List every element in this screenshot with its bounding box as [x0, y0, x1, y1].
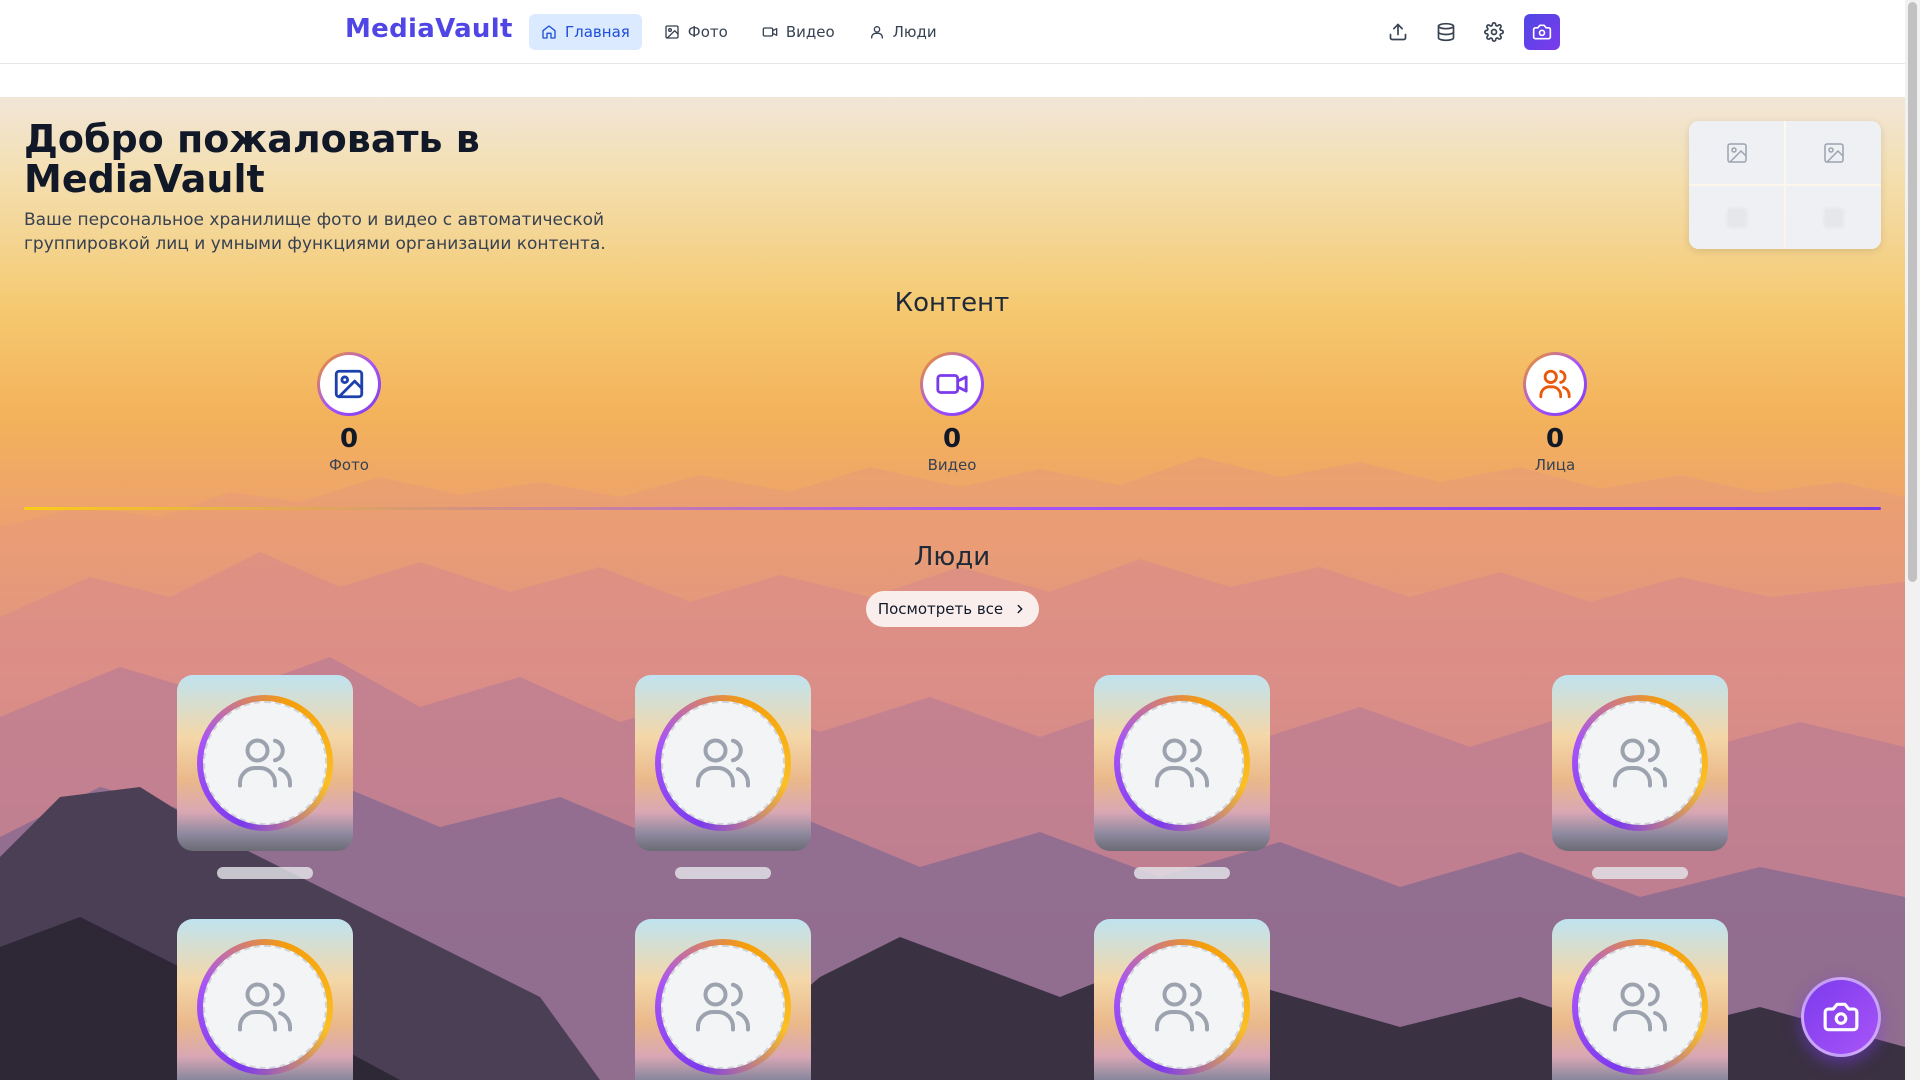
person-name-placeholder	[217, 867, 313, 879]
person-card[interactable]	[177, 675, 353, 851]
person-card[interactable]	[177, 919, 353, 1080]
camera-button[interactable]	[1524, 14, 1560, 50]
person-name-placeholder	[1592, 867, 1688, 879]
video-icon	[762, 27, 778, 37]
users-icon	[1613, 982, 1667, 1032]
placeholder-square	[1726, 207, 1747, 228]
stat-faces[interactable]: 0 Лица	[1495, 352, 1615, 474]
scrollbar-thumb[interactable]	[1908, 2, 1917, 582]
nav-people[interactable]: Люди	[857, 14, 949, 50]
users-icon	[1155, 738, 1209, 788]
nav-people-label: Люди	[892, 23, 937, 41]
stat-videos-label: Видео	[927, 456, 977, 474]
user-icon	[870, 26, 883, 39]
top-navbar: MediaVault Главная Фото Видео Люди	[0, 0, 1905, 64]
person-name-placeholder	[1134, 867, 1230, 879]
media-preview-card[interactable]	[1689, 121, 1881, 249]
section-divider	[24, 507, 1881, 510]
stat-videos-value: 0	[942, 424, 962, 454]
stat-videos[interactable]: 0 Видео	[892, 352, 1012, 474]
person-card[interactable]	[1552, 675, 1728, 851]
image-icon	[1726, 142, 1747, 163]
users-icon	[1155, 982, 1209, 1032]
page-subtitle: Ваше персональное хранилище фото и видео…	[24, 210, 606, 254]
content-section-title: Контент	[894, 288, 1010, 318]
view-all-button[interactable]: Посмотреть все	[866, 591, 1039, 627]
page-title: Добро пожаловать в MediaVault	[24, 117, 480, 201]
preview-tile	[1689, 186, 1784, 249]
chevron-right-icon	[1017, 604, 1023, 614]
users-icon	[238, 738, 292, 788]
preview-tile	[1689, 121, 1784, 184]
person-name-placeholder	[675, 867, 771, 879]
nav-photos-label: Фото	[687, 23, 728, 41]
users-icon	[696, 982, 750, 1032]
main-nav: Главная Фото Видео Люди	[529, 14, 949, 50]
person-card[interactable]	[1094, 675, 1270, 851]
stat-faces-label: Лица	[1534, 456, 1576, 474]
image-icon	[1823, 142, 1844, 163]
gear-icon	[1484, 22, 1504, 42]
view-all-label: Посмотреть все	[877, 600, 1004, 618]
nav-home[interactable]: Главная	[529, 14, 642, 50]
nav-videos-label: Видео	[785, 23, 835, 41]
image-icon	[665, 25, 679, 39]
nav-videos[interactable]: Видео	[750, 14, 847, 50]
upload-button[interactable]	[1380, 14, 1416, 50]
floating-camera-button[interactable]	[1801, 977, 1881, 1057]
page-scrollbar[interactable]	[1905, 0, 1920, 1080]
stat-photos-value: 0	[339, 424, 359, 454]
database-icon	[1437, 22, 1455, 42]
users-icon	[696, 738, 750, 788]
nav-home-label: Главная	[565, 23, 630, 41]
camera-icon	[1823, 1002, 1859, 1032]
preview-tile	[1786, 186, 1881, 249]
video-icon	[936, 374, 968, 394]
storage-button[interactable]	[1428, 14, 1464, 50]
camera-icon	[1532, 24, 1552, 40]
header-actions	[1380, 14, 1560, 50]
nav-photos[interactable]: Фото	[652, 14, 740, 50]
placeholder-square	[1823, 207, 1844, 228]
users-icon	[238, 982, 292, 1032]
header-spacer	[0, 64, 1905, 97]
image-icon	[334, 369, 364, 399]
stat-photos-label: Фото	[328, 456, 369, 474]
preview-tile	[1786, 121, 1881, 184]
person-card[interactable]	[635, 919, 811, 1080]
settings-button[interactable]	[1476, 14, 1512, 50]
app-logo[interactable]: MediaVault	[345, 14, 513, 44]
person-card[interactable]	[1552, 919, 1728, 1080]
stat-faces-value: 0	[1545, 424, 1565, 454]
people-section-title: Люди	[913, 542, 991, 572]
stat-photos[interactable]: 0 Фото	[289, 352, 409, 474]
upload-icon	[1389, 23, 1407, 41]
users-icon	[1539, 369, 1571, 399]
person-card[interactable]	[635, 675, 811, 851]
users-icon	[1613, 738, 1667, 788]
person-card[interactable]	[1094, 919, 1270, 1080]
home-icon	[542, 25, 556, 39]
